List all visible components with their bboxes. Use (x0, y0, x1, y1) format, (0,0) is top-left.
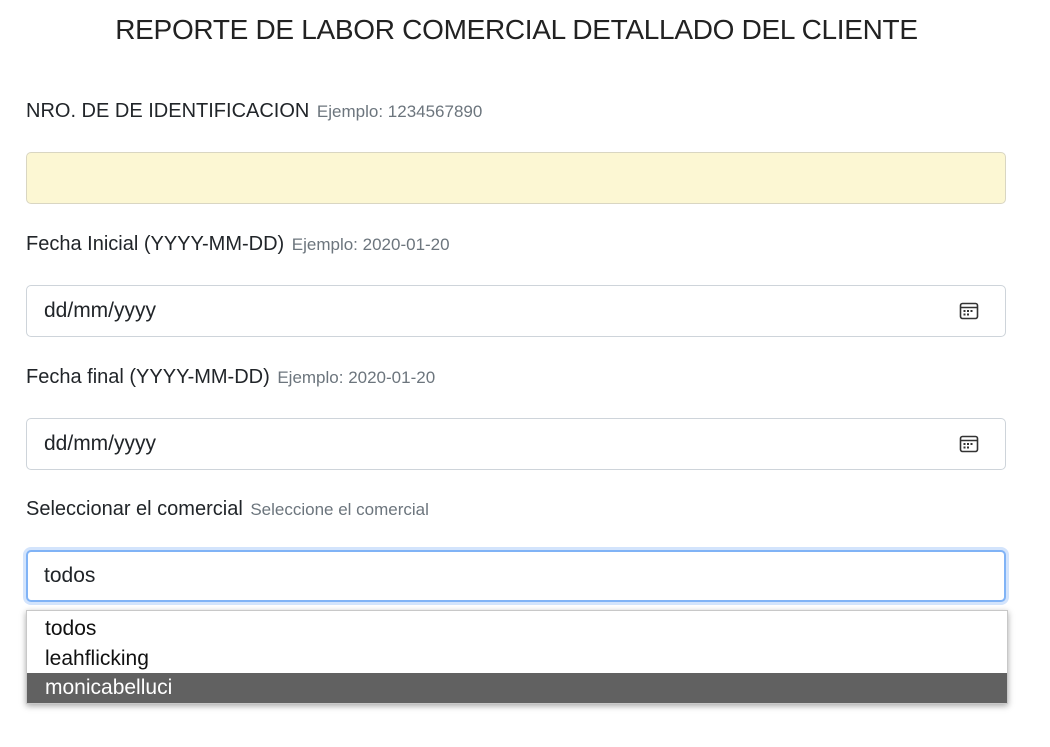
commercial-dropdown-list: todos leahflicking monicabelluci (26, 610, 1008, 704)
end-date-input[interactable]: dd/mm/yyyy (26, 418, 1006, 470)
commercial-select-label-group: Seleccionar el comercial Seleccione el c… (26, 498, 429, 521)
dropdown-option-leahflicking[interactable]: leahflicking (27, 644, 1007, 674)
end-date-hint: Ejemplo: 2020-01-20 (277, 368, 436, 387)
id-field-label-group: NRO. DE DE IDENTIFICACION Ejemplo: 12345… (26, 100, 482, 123)
commercial-select-value: todos (44, 564, 96, 587)
end-date-placeholder: dd/mm/yyyy (44, 432, 157, 455)
start-date-label-group: Fecha Inicial (YYYY-MM-DD) Ejemplo: 2020… (26, 233, 450, 256)
commercial-select-label: Seleccionar el comercial (26, 498, 243, 520)
commercial-select[interactable]: todos (26, 550, 1006, 602)
end-date-label-group: Fecha final (YYYY-MM-DD) Ejemplo: 2020-0… (26, 366, 435, 389)
end-date-label: Fecha final (YYYY-MM-DD) (26, 366, 270, 388)
id-field-label: NRO. DE DE IDENTIFICACION (26, 100, 310, 122)
page-title: REPORTE DE LABOR COMERCIAL DETALLADO DEL… (115, 14, 918, 45)
start-date-placeholder: dd/mm/yyyy (44, 299, 157, 322)
dropdown-option-todos[interactable]: todos (27, 614, 1007, 644)
id-number-input[interactable] (26, 152, 1006, 204)
start-date-hint: Ejemplo: 2020-01-20 (291, 235, 450, 254)
id-field-hint: Ejemplo: 1234567890 (316, 102, 483, 121)
calendar-icon[interactable] (959, 301, 979, 321)
calendar-icon[interactable] (959, 434, 979, 454)
dropdown-option-monicabelluci[interactable]: monicabelluci (27, 673, 1007, 703)
start-date-label: Fecha Inicial (YYYY-MM-DD) (26, 233, 285, 255)
commercial-select-hint: Seleccione el comercial (250, 500, 429, 519)
start-date-input[interactable]: dd/mm/yyyy (26, 285, 1006, 337)
